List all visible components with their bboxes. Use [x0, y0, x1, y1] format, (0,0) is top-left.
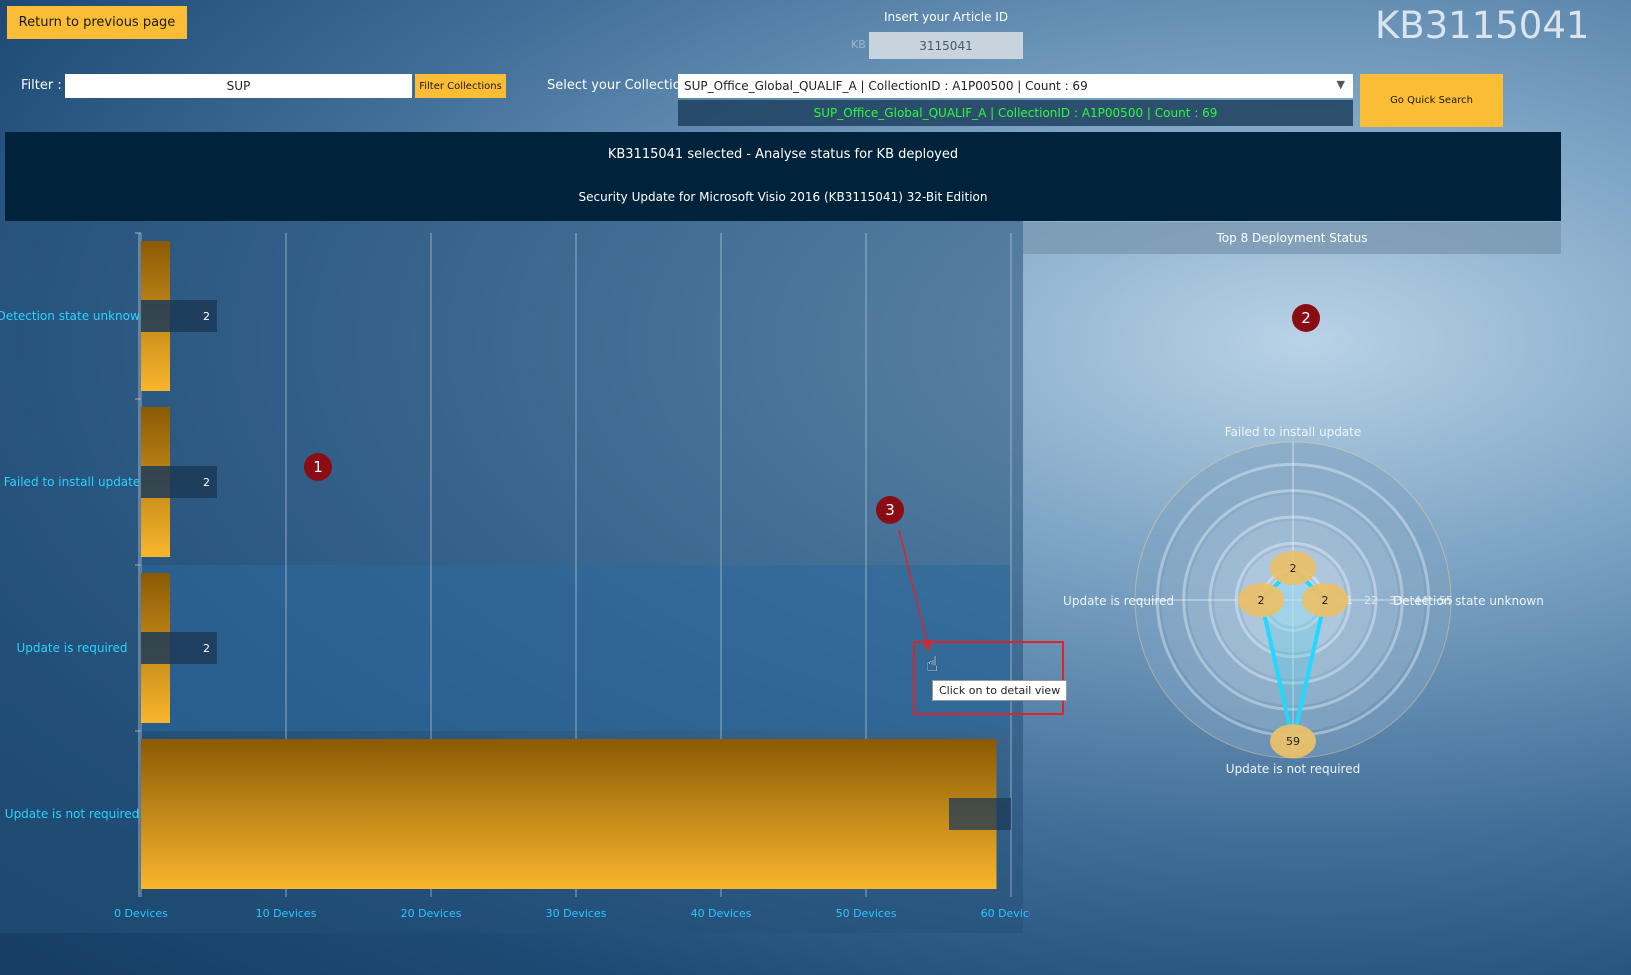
category-label: Update is not required [5, 807, 139, 821]
radar-ring-label: 22 [1364, 594, 1378, 607]
annotation-badge-2: 2 [1292, 304, 1320, 332]
hand-cursor-icon: ☝ [926, 652, 939, 676]
collection-label: Select your Collection : [547, 78, 698, 93]
x-tick-label: 20 Devices [401, 907, 462, 920]
big-kb-title: KB3115041 [1375, 4, 1590, 47]
radar-point-label: 2 [1290, 562, 1297, 575]
radar-axis-label: Update is not required [1226, 762, 1360, 776]
annotation-badge-3: 3 [876, 496, 904, 524]
bar-chart: 0 Devices 10 Devices 20 Devices 30 Devices 4… [0, 232, 1030, 920]
x-tick-label: 10 Devices [256, 907, 317, 920]
kb-prefix: KB [851, 38, 866, 51]
return-button[interactable]: Return to previous page [7, 6, 187, 39]
filter-collections-button[interactable]: Filter Collections [415, 74, 506, 98]
category-label: Failed to install update [4, 475, 141, 489]
radar-axis-label: Failed to install update [1225, 425, 1362, 439]
category-label: Update is required [17, 641, 128, 655]
x-tick-label: 50 Devices [836, 907, 897, 920]
radar-point-label: 59 [1286, 735, 1300, 748]
chevron-down-icon: ▼ [1336, 78, 1345, 91]
x-tick-label: 30 Devices [546, 907, 607, 920]
bar[interactable] [141, 739, 997, 889]
filter-label: Filter : [21, 78, 62, 93]
banner-subtitle: Security Update for Microsoft Visio 2016… [578, 190, 988, 204]
tooltip: Click on to detail view [932, 680, 1068, 701]
collection-select-value: SUP_Office_Global_QUALIF_A | CollectionI… [684, 79, 1088, 93]
value-label: 2 [203, 310, 210, 323]
collection-select[interactable]: SUP_Office_Global_QUALIF_A | CollectionI… [678, 74, 1353, 98]
annotation-badge-1: 1 [304, 453, 332, 481]
radar-point-label: 2 [1258, 594, 1265, 607]
value-label: 2 [203, 476, 210, 489]
x-tick-label: 0 Devices [114, 907, 168, 920]
quick-search-button[interactable]: Go Quick Search [1360, 74, 1503, 127]
category-label: Detection state unknown [0, 309, 147, 323]
radar-title: Top 8 Deployment Status [1023, 222, 1561, 254]
value-label-bg [949, 798, 1011, 830]
banner-title: KB3115041 selected - Analyse status for … [607, 147, 959, 162]
value-label: 2 [203, 642, 210, 655]
radar-point-label: 2 [1322, 594, 1329, 607]
article-id-label: Insert your Article ID [883, 10, 1009, 24]
radar-axis-label: Detection state unknown [1393, 594, 1544, 608]
filter-input[interactable]: SUP [65, 74, 412, 98]
collection-status: SUP_Office_Global_QUALIF_A | CollectionI… [678, 100, 1353, 126]
radar-axis-label: Update is required [1063, 594, 1174, 608]
radar-chart: 01122334455Failed to install updateDetec… [1063, 425, 1544, 776]
kb-banner: KB3115041 selected - Analyse status for … [5, 132, 1561, 221]
x-tick-label: 40 Devices [691, 907, 752, 920]
kb-input[interactable]: 3115041 [869, 32, 1023, 59]
